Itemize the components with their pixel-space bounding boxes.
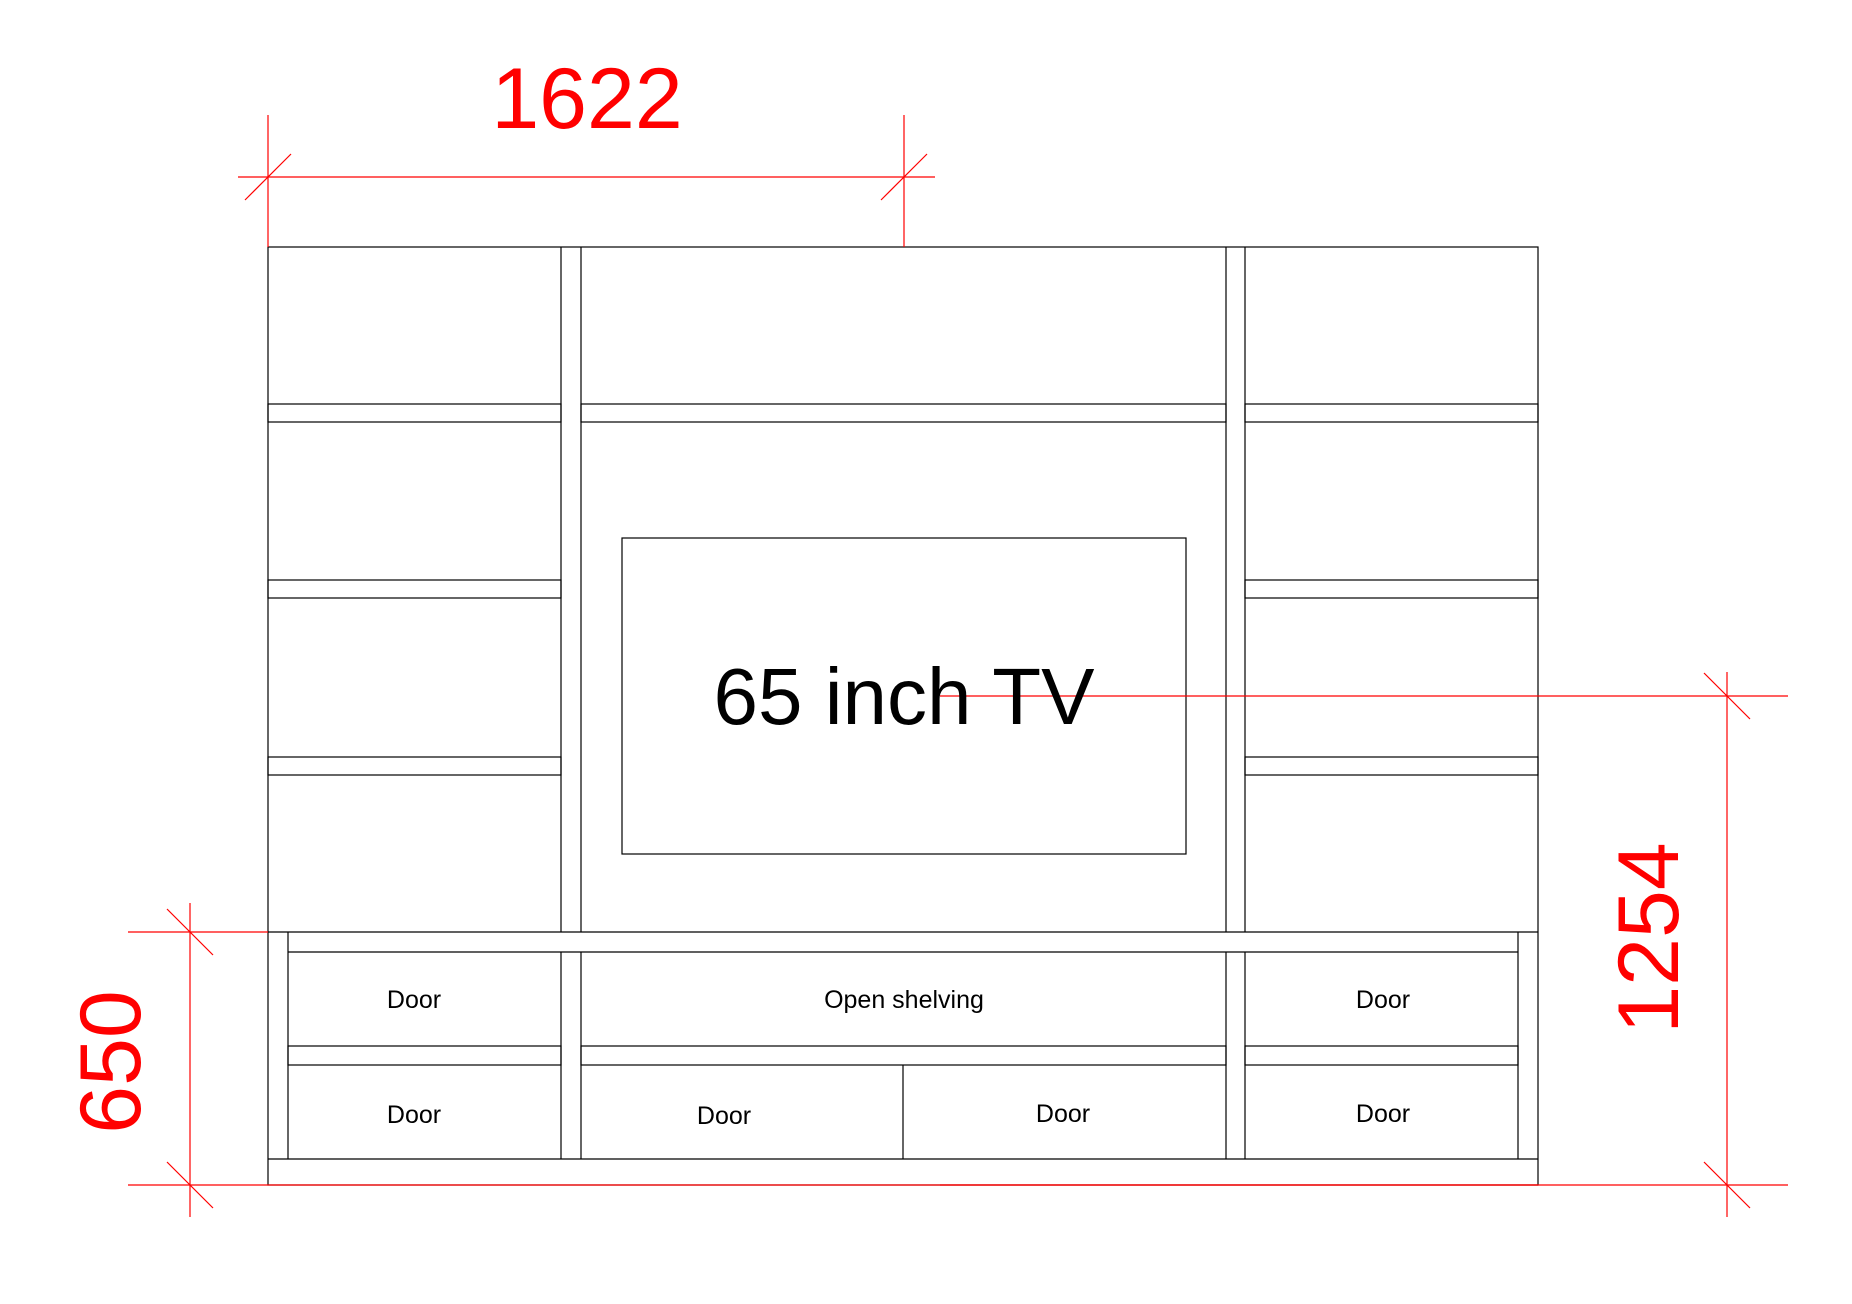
open-shelving-label: Open shelving — [824, 986, 984, 1014]
dimension-height-base-label: 650 — [63, 990, 159, 1134]
base-cabinet — [268, 931, 1538, 1160]
center-top-shelf — [580, 403, 1227, 423]
door-label-lower-center-left: Door — [697, 1102, 751, 1130]
right-shelf-1 — [1244, 403, 1539, 423]
dimension-height-total-label: 1254 — [1601, 842, 1697, 1033]
tv-label: 65 inch TV — [714, 652, 1096, 741]
door-label-lower-left: Door — [387, 1101, 441, 1129]
right-shelf-3 — [1244, 756, 1539, 776]
left-shelf-3 — [267, 756, 562, 776]
left-tower — [267, 247, 582, 932]
left-shelf-2 — [267, 579, 562, 599]
right-shelf-2 — [1244, 579, 1539, 599]
right-tower — [1225, 247, 1539, 932]
dimension-width-label: 1622 — [491, 51, 682, 147]
center-bay — [580, 403, 1227, 855]
door-label-lower-center-right: Door — [1036, 1100, 1090, 1128]
door-label-upper-left: Door — [387, 986, 441, 1014]
elevation-drawing: 65 inch TV Door Open shelving Door Door … — [0, 0, 1852, 1304]
door-label-upper-right: Door — [1356, 986, 1410, 1014]
left-shelf-1 — [267, 403, 562, 423]
door-label-lower-right: Door — [1356, 1100, 1410, 1128]
dimension-height-base — [128, 903, 1538, 1217]
